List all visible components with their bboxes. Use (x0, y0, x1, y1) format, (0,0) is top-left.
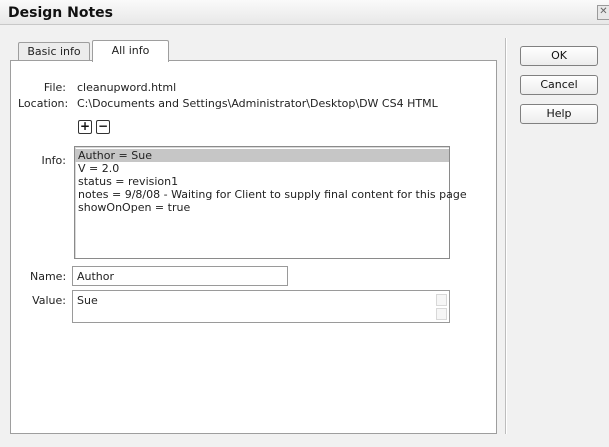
ok-button[interactable]: OK (520, 46, 598, 66)
scroll-up-icon[interactable] (436, 294, 447, 306)
tab-all-info[interactable]: All info (92, 40, 169, 62)
scroll-down-icon[interactable] (436, 308, 447, 320)
list-item[interactable]: notes = 9/8/08 - Waiting for Client to s… (75, 188, 467, 201)
close-icon[interactable]: ✕ (597, 5, 609, 20)
tab-basic-info[interactable]: Basic info (18, 42, 90, 61)
location-value: C:\Documents and Settings\Administrator\… (77, 97, 438, 110)
list-item[interactable]: status = revision1 (75, 175, 449, 188)
file-label: File: (43, 81, 66, 94)
list-item[interactable]: showOnOpen = true (75, 201, 449, 214)
info-list[interactable]: Author = Sue V = 2.0 status = revision1 … (74, 146, 467, 259)
vertical-separator (505, 38, 507, 434)
value-field-text: Sue (77, 294, 98, 307)
remove-note-button[interactable]: − (96, 120, 110, 134)
cancel-button[interactable]: Cancel (520, 75, 598, 95)
title-bar: Design Notes ✕ (0, 0, 609, 25)
name-field[interactable]: Author (72, 266, 288, 286)
list-item[interactable]: Author = Sue (75, 149, 449, 162)
file-value: cleanupword.html (77, 81, 177, 94)
value-field[interactable]: Sue (72, 290, 450, 323)
name-label: Name: (30, 270, 67, 283)
add-note-button[interactable]: + (78, 120, 92, 134)
help-button[interactable]: Help (520, 104, 598, 124)
list-item[interactable]: V = 2.0 (75, 162, 449, 175)
info-label: Info: (41, 154, 66, 167)
location-label: Location: (18, 97, 69, 110)
window-title: Design Notes (8, 5, 113, 21)
value-label: Value: (32, 294, 66, 307)
